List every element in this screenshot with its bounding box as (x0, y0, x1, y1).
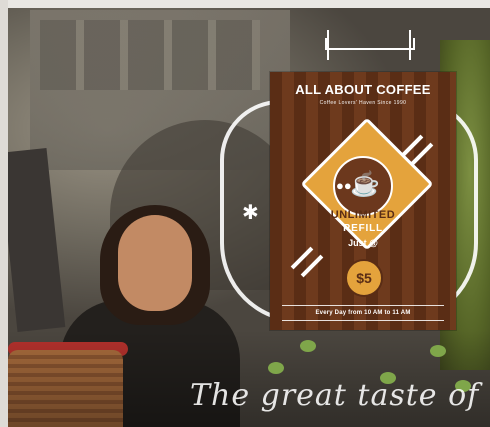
frame-edge (0, 0, 8, 427)
poster-title: ALL ABOUT COFFEE (295, 82, 431, 97)
raised-arm (0, 147, 66, 333)
window-script-text: The great taste of Tu (190, 378, 490, 413)
building-windows (40, 20, 260, 90)
poster-subtitle: Coffee Lovers' Haven Since 1990 (319, 100, 407, 106)
plant-leaf (300, 340, 316, 352)
headline-refill: REFILL (343, 223, 383, 234)
coffee-cup-icon: ☕ (350, 171, 380, 198)
coffee-poster: ALL ABOUT COFFEE Coffee Lovers' Haven Si… (270, 72, 456, 330)
asterisk-icon: ✱ (242, 202, 259, 224)
price-badge: $5 (345, 259, 383, 297)
photo-scene: ✱ The great taste of Tu ALL ABOUT COFFEE… (0, 0, 490, 427)
decorative-slashes (288, 242, 324, 278)
plant-leaf (430, 345, 446, 357)
divider (282, 305, 444, 306)
frame-edge (0, 0, 490, 8)
flag-banner-icon (325, 30, 415, 64)
poster-footer: Every Day from 10 AM to 11 AM (315, 310, 411, 316)
divider (282, 320, 444, 321)
headline-unlimited: UNLIMITED (330, 209, 396, 221)
woman-face (118, 215, 192, 311)
plant-leaf (268, 362, 284, 374)
